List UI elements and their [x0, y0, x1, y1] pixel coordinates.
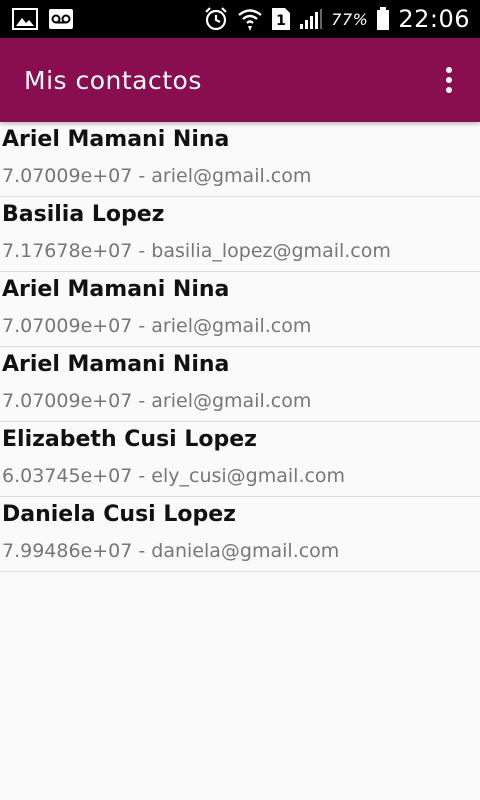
status-bar: 1 77% 22:06 — [0, 0, 480, 38]
contact-list-item[interactable]: Ariel Mamani Nina 7.07009e+07 - ariel@gm… — [0, 122, 480, 197]
contact-phone-email: 6.03745e+07 - ely_cusi@gmail.com — [2, 465, 346, 487]
alarm-icon — [203, 6, 229, 32]
contact-list-item[interactable]: Ariel Mamani Nina 7.07009e+07 - ariel@gm… — [0, 347, 480, 422]
overflow-dot — [446, 77, 452, 83]
contact-name: Ariel Mamani Nina — [2, 127, 230, 152]
signal-icon — [299, 8, 323, 30]
page-title: Mis contactos — [24, 65, 202, 95]
more-vert-icon[interactable] — [440, 62, 458, 98]
wifi-icon — [237, 6, 263, 32]
sim-icon: 1 — [271, 7, 291, 31]
contact-list-item[interactable]: Ariel Mamani Nina 7.07009e+07 - ariel@gm… — [0, 272, 480, 347]
overflow-dot — [446, 67, 452, 73]
sim-slot-number: 1 — [276, 13, 286, 29]
contact-phone-email: 7.07009e+07 - ariel@gmail.com — [2, 165, 312, 187]
status-bar-system: 1 77% 22:06 — [203, 5, 470, 33]
voicemail-icon — [48, 8, 74, 30]
contact-name: Basilia Lopez — [2, 202, 165, 227]
contact-list-item[interactable]: Daniela Cusi Lopez 7.99486e+07 - daniela… — [0, 497, 480, 572]
contact-name: Daniela Cusi Lopez — [2, 502, 236, 527]
app-bar: Mis contactos — [0, 38, 480, 122]
battery-percent: 77% — [331, 9, 369, 29]
contact-name: Elizabeth Cusi Lopez — [2, 427, 257, 452]
status-bar-notifications — [12, 8, 74, 30]
contact-phone-email: 7.17678e+07 - basilia_lopez@gmail.com — [2, 240, 391, 262]
contact-list-item[interactable]: Basilia Lopez 7.17678e+07 - basilia_lope… — [0, 197, 480, 272]
contact-phone-email: 7.99486e+07 - daniela@gmail.com — [2, 540, 340, 562]
image-icon — [12, 8, 38, 30]
overflow-dot — [446, 87, 452, 93]
battery-icon — [376, 7, 390, 31]
status-clock: 22:06 — [398, 5, 470, 33]
contact-name: Ariel Mamani Nina — [2, 277, 230, 302]
contact-name: Ariel Mamani Nina — [2, 352, 230, 377]
contact-phone-email: 7.07009e+07 - ariel@gmail.com — [2, 315, 312, 337]
contact-phone-email: 7.07009e+07 - ariel@gmail.com — [2, 390, 312, 412]
contact-list: Ariel Mamani Nina 7.07009e+07 - ariel@gm… — [0, 122, 480, 572]
contact-list-item[interactable]: Elizabeth Cusi Lopez 6.03745e+07 - ely_c… — [0, 422, 480, 497]
